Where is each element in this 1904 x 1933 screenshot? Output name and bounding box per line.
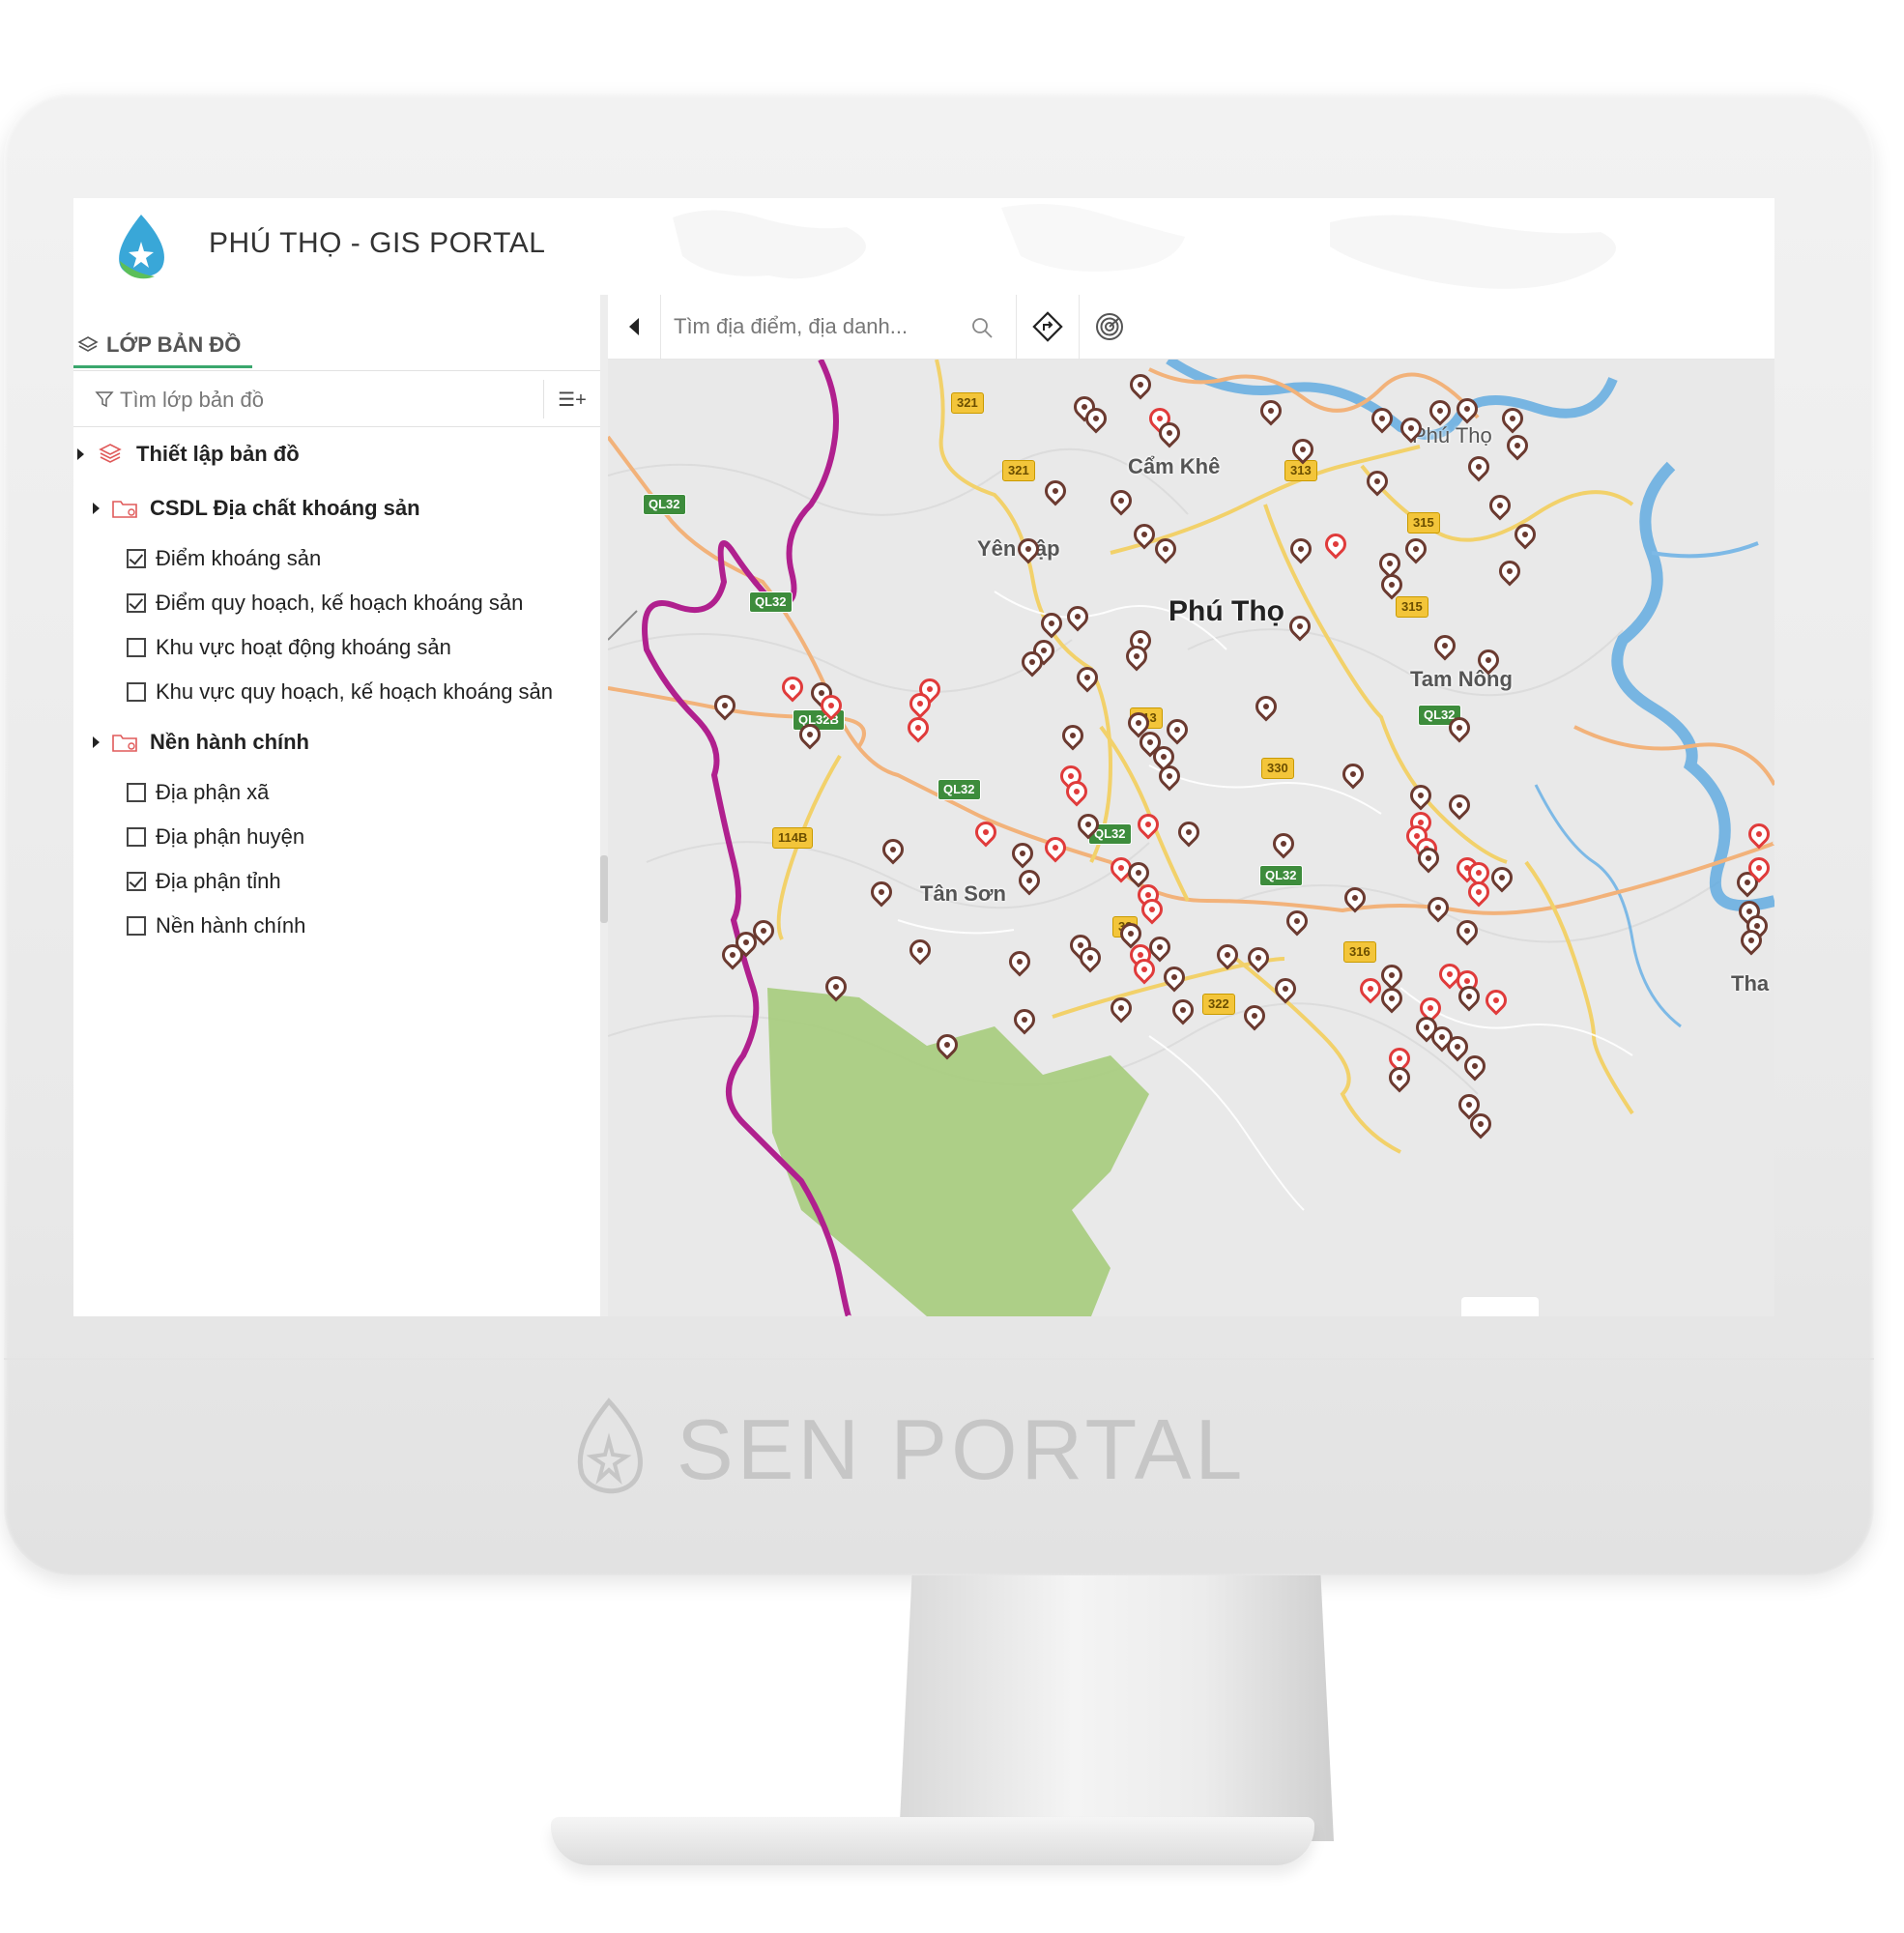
- radar-icon: [1096, 313, 1123, 340]
- map-toolbar: [608, 295, 1774, 360]
- brand-logo-area: SEN PORTAL: [570, 1387, 1246, 1513]
- search-icon[interactable]: [970, 316, 994, 339]
- layer-item[interactable]: Điểm quy hoạch, kế hoạch khoáng sản: [127, 589, 523, 618]
- road-shield: 114B: [772, 827, 814, 849]
- brand-name: SEN PORTAL: [677, 1401, 1247, 1497]
- road-shield: QL32: [643, 494, 686, 515]
- tree-node-label: CSDL Địa chất khoáng sản: [150, 496, 420, 520]
- layer-checkbox[interactable]: [127, 827, 146, 847]
- road-shield: 322: [1202, 994, 1235, 1015]
- add-layer-button[interactable]: ☰+: [543, 380, 600, 418]
- splitter-handle[interactable]: [600, 855, 608, 923]
- chevron-left-icon: [629, 318, 639, 335]
- layer-label: Địa phận xã: [156, 780, 270, 804]
- layer-item[interactable]: Khu vực hoạt động khoáng sản: [127, 633, 451, 662]
- map-scale-box: [1461, 1297, 1539, 1316]
- layer-checkbox[interactable]: [127, 638, 146, 657]
- road-shield: 321: [1002, 460, 1035, 481]
- tree-node-mineral-db[interactable]: CSDL Địa chất khoáng sản: [93, 494, 420, 523]
- layer-label: Khu vực hoạt động khoáng sản: [156, 635, 451, 659]
- layer-label: Khu vực quy hoạch, kế hoạch khoáng sản: [156, 679, 554, 704]
- layer-search-row: ☰+: [73, 372, 600, 427]
- folder-icon: [112, 501, 137, 518]
- road-shield: QL32: [938, 779, 981, 800]
- app-screen: PHÚ THỌ - GIS PORTAL LỚP BẢN ĐỒ ☰+: [73, 198, 1774, 1316]
- tab-map-layers-label: LỚP BẢN ĐỒ: [106, 332, 242, 357]
- directions-button[interactable]: [1016, 295, 1080, 359]
- expand-caret-icon[interactable]: [93, 503, 100, 514]
- place-label-phu-tho: Phú Thọ: [1168, 595, 1284, 627]
- layers-icon: [77, 335, 99, 352]
- place-label-tam-nong: Tam Nông: [1410, 667, 1513, 691]
- layer-item[interactable]: Địa phận xã: [127, 778, 269, 807]
- monitor-stand: [899, 1575, 1334, 1841]
- sen-logo-icon: [577, 1398, 643, 1494]
- layer-search-input[interactable]: [118, 382, 576, 418]
- road-shield: 315: [1407, 512, 1440, 534]
- layer-label: Điểm khoáng sản: [156, 546, 322, 570]
- monitor-chin-divider: [4, 1358, 1874, 1360]
- directions-icon: [1032, 311, 1063, 342]
- layer-label: Địa phận tỉnh: [156, 869, 281, 893]
- filter-icon: [95, 391, 114, 408]
- layers-stack-icon: [99, 444, 122, 463]
- expand-caret-icon[interactable]: [77, 448, 84, 460]
- world-map-watermark: [673, 204, 1616, 289]
- layer-checkbox[interactable]: [127, 682, 146, 702]
- road-shield: 321: [951, 392, 984, 414]
- road-shield: 316: [1343, 941, 1376, 963]
- tab-map-layers[interactable]: LỚP BẢN ĐỒ: [73, 324, 252, 368]
- app-logo-icon: [119, 215, 164, 279]
- collapse-panel-button[interactable]: [608, 295, 661, 359]
- layer-item[interactable]: Địa phận huyện: [127, 822, 304, 851]
- layer-checkbox[interactable]: [127, 783, 146, 802]
- layer-sidebar: LỚP BẢN ĐỒ ☰+ Thiết lập bản đồ: [73, 295, 600, 1316]
- layer-checkbox[interactable]: [127, 549, 146, 568]
- layer-item[interactable]: Địa phận tỉnh: [127, 867, 281, 896]
- layer-checkbox[interactable]: [127, 916, 146, 936]
- tree-node-admin-base[interactable]: Nền hành chính: [93, 728, 309, 757]
- place-label-tha: Tha: [1731, 971, 1770, 995]
- place-label-cam-khe: Cẩm Khê: [1128, 454, 1221, 478]
- layer-checkbox[interactable]: [127, 593, 146, 613]
- tree-node-map-settings[interactable]: Thiết lập bản đồ: [77, 440, 300, 469]
- app-title: PHÚ THỌ - GIS PORTAL: [209, 227, 546, 259]
- expand-caret-icon[interactable]: [93, 736, 100, 748]
- app-header: PHÚ THỌ - GIS PORTAL: [73, 198, 1774, 295]
- folder-icon: [112, 735, 137, 752]
- tab-divider: [73, 370, 600, 371]
- layer-item[interactable]: Khu vực quy hoạch, kế hoạch khoáng sản: [127, 678, 553, 707]
- layer-item[interactable]: Điểm khoáng sản: [127, 544, 321, 573]
- layer-label: Địa phận huyện: [156, 824, 305, 849]
- layer-label: Điểm quy hoạch, kế hoạch khoáng sản: [156, 591, 524, 615]
- place-label-phu-tho-town: Phú Thọ: [1412, 423, 1492, 447]
- place-label-tan-son: Tân Sơn: [920, 881, 1006, 906]
- monitor-stand-base: [551, 1817, 1314, 1865]
- layer-checkbox[interactable]: [127, 872, 146, 891]
- tree-node-label: Thiết lập bản đồ: [136, 442, 300, 466]
- layer-label: Nền hành chính: [156, 913, 306, 938]
- road-shield: 315: [1396, 596, 1428, 618]
- radar-button[interactable]: [1079, 295, 1140, 359]
- road-shield: QL32: [749, 591, 793, 613]
- tree-node-label: Nền hành chính: [150, 730, 309, 754]
- map-canvas[interactable]: Cẩm Khê Yên Lập Phú Thọ Tân Sơn Tam Nông…: [608, 360, 1774, 1316]
- road-shield: QL32: [1259, 865, 1303, 886]
- panel-splitter[interactable]: [600, 295, 608, 1316]
- place-search-input[interactable]: [672, 308, 956, 345]
- layer-item[interactable]: Nền hành chính: [127, 911, 305, 940]
- road-shield: 330: [1261, 758, 1294, 779]
